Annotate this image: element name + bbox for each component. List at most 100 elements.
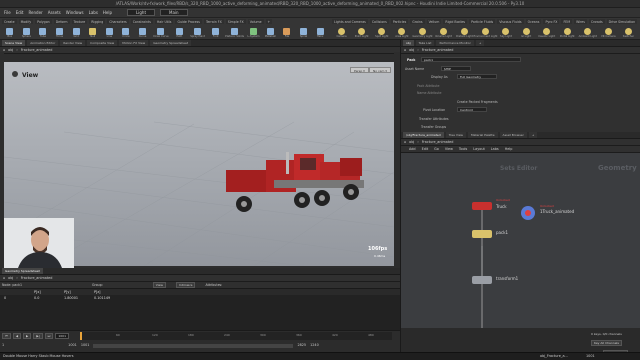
menu-windows[interactable]: Windows	[66, 10, 84, 15]
camera-menu[interactable]: No cam ▾	[369, 67, 391, 73]
shelf-tab[interactable]: Simple FX	[225, 19, 246, 24]
taskbar-app[interactable]: obj_Fracture_a...	[540, 353, 568, 360]
menu-help[interactable]: Help	[103, 10, 112, 15]
shelf-tab[interactable]: Collisions	[369, 19, 389, 24]
shelf-tab[interactable]: Grains	[410, 19, 425, 24]
table-row[interactable]: 0 0.0 1.80001 0.101149	[0, 295, 400, 301]
parameter-tab[interactable]: Performance Monitor	[436, 40, 474, 46]
shelf-tool[interactable]: Camera	[334, 28, 349, 38]
menu-edit[interactable]: Edit	[16, 10, 24, 15]
shelf-tool[interactable]: Sphere	[21, 28, 33, 38]
shelf-tab[interactable]: Modify	[18, 19, 34, 24]
shelf-tool[interactable]: File	[281, 28, 293, 38]
network-menu-item[interactable]: Help	[505, 147, 513, 151]
current-frame-field[interactable]: 1001	[55, 333, 69, 339]
range-start-field[interactable]: 1001	[68, 343, 77, 348]
shelf-tool[interactable]: GI Light	[519, 28, 534, 38]
tab-geometry-spreadsheet[interactable]: Geometry Spreadsheet	[2, 268, 43, 274]
shelf-tool[interactable]: Distant Light	[456, 28, 473, 38]
node-pack1[interactable]	[472, 230, 492, 238]
shelf-tool[interactable]: VR Camera	[601, 28, 616, 38]
node-name-field[interactable]: pack1	[421, 57, 521, 62]
shelf-tab[interactable]: Wires	[574, 19, 587, 24]
network-tab[interactable]: +	[528, 132, 538, 138]
path-network[interactable]: Fracture_animated	[422, 140, 454, 144]
pivot-select[interactable]: Centroid	[457, 107, 487, 112]
intrinsics-button[interactable]: Intrinsics	[175, 282, 196, 288]
network-menu-item[interactable]: Edit	[422, 147, 429, 151]
shelf-tool[interactable]: Geometry Light	[412, 28, 433, 38]
shelf-tool[interactable]: Draw Curve	[153, 28, 169, 38]
shelf-tool[interactable]: Area Light	[394, 28, 409, 38]
scene-tab[interactable]: Animation Editor	[27, 40, 59, 46]
key-all-button[interactable]: Key All Channels	[591, 340, 622, 346]
shelf-tool[interactable]: Line	[104, 28, 116, 38]
path-obj[interactable]: obj	[409, 140, 414, 144]
node-transform1[interactable]	[472, 276, 492, 284]
scene-tab[interactable]: Render View	[60, 40, 86, 46]
parameter-tab[interactable]: Take List	[415, 40, 435, 46]
shelf-tab[interactable]: Polygon	[35, 19, 52, 24]
home-icon[interactable]: ⌂	[404, 48, 406, 52]
shelf-tab[interactable]: FEM	[561, 19, 573, 24]
shelf-tool[interactable]: Ambient Light	[579, 28, 597, 38]
network-tab[interactable]: Tree View	[445, 132, 467, 138]
network-menu-item[interactable]: Add	[409, 147, 416, 151]
menu-assets[interactable]: Assets	[48, 10, 61, 15]
timeline-ruler[interactable]: 60 120 180 240 300 360 420 480	[80, 332, 392, 340]
shelf-tool[interactable]: Tube	[37, 28, 49, 38]
shelf-tool[interactable]: Circle	[120, 28, 132, 38]
network-tab[interactable]: Material Palette	[468, 132, 498, 138]
shelf-tool[interactable]: Portal Light	[560, 28, 575, 38]
shelf-tool[interactable]: Platonic Solids	[225, 28, 244, 38]
shelf-tab[interactable]: Hair Utils	[154, 19, 174, 24]
network-graph[interactable]	[400, 158, 640, 328]
parameter-tab[interactable]: obj	[403, 40, 414, 46]
shelf-tab[interactable]: Deform	[53, 19, 70, 24]
shelf-tool[interactable]: Spiral	[298, 28, 310, 38]
context-select[interactable]: Main	[160, 9, 188, 16]
scene-tab[interactable]: Geometry Spreadsheet	[150, 40, 192, 46]
shelf-tool[interactable]: Point Light	[354, 28, 369, 38]
shelf-tab[interactable]: +	[265, 19, 273, 24]
node-truck[interactable]	[472, 202, 492, 210]
shelf-tool[interactable]: Null	[87, 28, 99, 38]
shelf-tool[interactable]: Box	[4, 28, 16, 38]
shelf-tool[interactable]: Path	[174, 28, 186, 38]
shelf-tab[interactable]: Rigging	[89, 19, 106, 24]
step-forward-icon[interactable]: ▶|	[33, 333, 43, 339]
network-menu-item[interactable]: View	[445, 147, 453, 151]
menu-file[interactable]: File	[4, 10, 11, 15]
viewport-view-icon[interactable]	[12, 71, 18, 77]
view-button[interactable]: View	[152, 282, 166, 288]
shelf-tab[interactable]: Constraints	[130, 19, 153, 24]
scene-tab[interactable]: Motion FX View	[119, 40, 149, 46]
shelf-tab[interactable]: Guide Process	[175, 19, 202, 24]
jump-end-icon[interactable]: ⏭	[44, 333, 54, 339]
step-back-icon[interactable]: ◀	[12, 333, 22, 339]
network-menu-item[interactable]: Tools	[459, 147, 467, 151]
network-tab[interactable]: /obj/Fracture_animated	[403, 132, 444, 138]
shelf-tab[interactable]: Pyro FX	[543, 19, 560, 24]
menu-render[interactable]: Render	[28, 10, 42, 15]
scene-tab[interactable]: Composite View	[87, 40, 118, 46]
shelf-tab[interactable]: Texture	[71, 19, 88, 24]
shelf-tool[interactable]: Grid	[70, 28, 82, 38]
shelf-tool[interactable]: Sky Light	[498, 28, 513, 38]
end-frame-field-2[interactable]: 1240	[310, 343, 319, 348]
shelf-tool[interactable]: Volume Light	[435, 28, 452, 38]
shelf-tab[interactable]: Create	[2, 19, 17, 24]
path-network[interactable]: Fracture_animated	[21, 276, 53, 280]
shelf-tab[interactable]: Crowds	[588, 19, 605, 24]
desktop-select[interactable]: Light	[127, 9, 156, 16]
shelf-tool[interactable]: Spot Light	[374, 28, 389, 38]
shelf-tool[interactable]: Spray Paint	[190, 28, 205, 38]
shelf-tab[interactable]: Vellum	[426, 19, 442, 24]
shelf-tab[interactable]: Rigid Bodies	[443, 19, 468, 24]
path-network[interactable]: Fracture_animated	[422, 48, 454, 52]
shelf-tool[interactable]: L-System	[248, 28, 260, 38]
path-network[interactable]: Fracture_animated	[21, 48, 53, 52]
range-end-field[interactable]: 1001	[81, 343, 90, 348]
shelf-tool[interactable]: Environment Light	[474, 28, 497, 38]
shelf-tool[interactable]: Torus	[54, 28, 66, 38]
